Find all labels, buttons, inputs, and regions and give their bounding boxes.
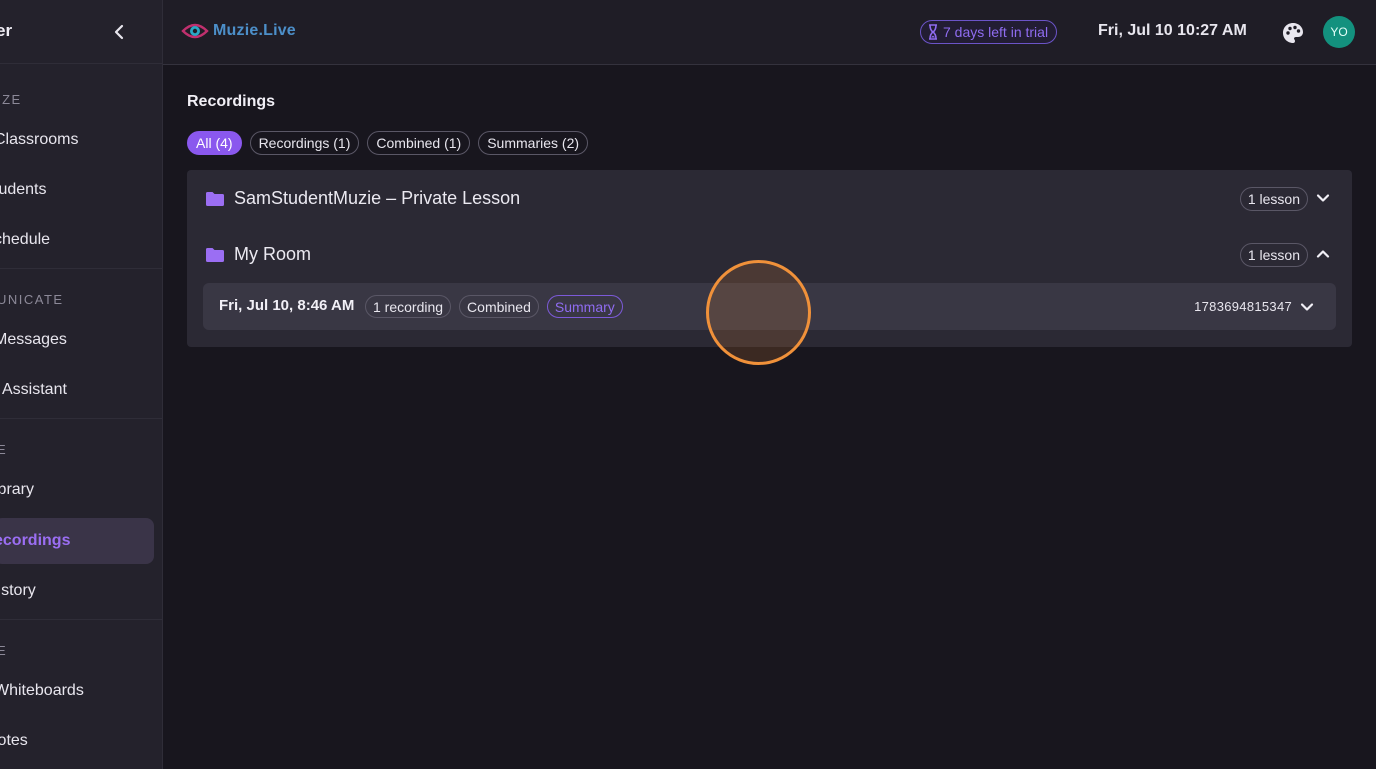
folder-icon [206,192,224,206]
divider [0,418,162,419]
palette-icon [1283,23,1303,43]
user-avatar[interactable]: YO [1323,16,1355,48]
page-title: Recordings [187,93,276,110]
filter-chip-recordings[interactable]: Recordings (1) [249,131,360,155]
lesson-count-badge: 1 lesson [1239,243,1308,267]
collapse-sidebar-button[interactable] [106,18,132,46]
app-root: er IZE Classrooms tudents chedule UNICAT… [0,0,1376,769]
current-datetime: Fri, Jul 10 10:27 AM [1098,22,1247,39]
nav-item-label: lotes [0,732,28,749]
lesson-count-badge: 1 lesson [1239,187,1308,211]
recording-row[interactable]: Fri, Jul 10, 8:46 AM 1 recording Combine… [203,283,1336,330]
sidebar-header: er [0,0,162,64]
section-label-communicate: UNICATE [0,292,64,307]
nav-item-label: ecordings [0,532,71,549]
section-label-organize: IZE [0,92,22,107]
folder-icon [206,248,224,262]
divider [0,268,162,269]
group-row[interactable]: SamStudentMuzie – Private Lesson 1 lesso… [187,170,1352,226]
nav-item-label: Classrooms [0,131,79,148]
trial-text: 7 days left in trial [943,24,1049,40]
chevron-left-icon [114,24,124,40]
nav-item-label: Messages [0,331,67,348]
recording-tags: 1 recording Combined Summary [365,295,623,318]
nav-item-recordings[interactable]: ecordings [0,518,154,564]
divider [0,619,162,620]
nav-item-classrooms[interactable]: Classrooms [0,117,154,163]
filter-chip-summaries[interactable]: Summaries (2) [478,131,589,155]
nav-item-label: tudents [0,181,47,198]
sidebar-title: er [0,21,13,40]
summary-tag: Summary [546,295,623,318]
sidebar: er IZE Classrooms tudents chedule UNICAT… [0,0,163,769]
chevron-down-icon[interactable] [1300,300,1314,314]
recordings-panel: SamStudentMuzie – Private Lesson 1 lesso… [187,170,1352,347]
theme-palette-button[interactable] [1281,21,1305,45]
nav-item-whiteboards[interactable]: Whiteboards [0,668,154,714]
chevron-down-icon[interactable] [1316,191,1330,205]
chevron-up-icon[interactable] [1316,247,1330,261]
nav-item-label: chedule [0,231,51,248]
trial-badge[interactable]: 7 days left in trial [920,20,1058,44]
nav-item-library[interactable]: ibrary [0,467,154,513]
filter-chip-all[interactable]: All (4) [187,131,242,155]
logo[interactable]: Muzie.Live [181,20,296,42]
logo-text: Muzie.Live [213,22,296,39]
nav-item-ai-assistant[interactable]: I Assistant [0,367,154,413]
nav-item-label: ibrary [0,481,35,498]
nav-item-students[interactable]: tudents [0,167,154,213]
nav-item-notes[interactable]: lotes [0,718,154,764]
recording-count-tag: 1 recording [365,295,452,318]
nav-item-label: Whiteboards [0,682,84,699]
section-label-create: E [0,643,7,658]
combined-tag: Combined [459,295,539,318]
eye-logo-icon [181,23,209,39]
filter-chips: All (4) Recordings (1) Combined (1) Summ… [187,131,589,155]
group-name: SamStudentMuzie – Private Lesson [234,188,521,208]
recording-id: 1783694815347 [1194,299,1292,314]
nav-item-schedule[interactable]: chedule [0,217,154,263]
nav-item-label: I Assistant [0,381,67,398]
recording-date: Fri, Jul 10, 8:46 AM [219,297,355,314]
nav-item-label: listory [0,582,36,599]
nav-item-history[interactable]: listory [0,568,154,614]
group-row[interactable]: My Room 1 lesson [187,226,1352,282]
topbar: Muzie.Live 7 days left in trial Fri, Jul… [163,0,1376,65]
nav-item-messages[interactable]: Messages [0,317,154,363]
section-label-resources: E [0,442,7,457]
group-name: My Room [234,244,312,264]
hourglass-icon [929,24,937,40]
filter-chip-combined[interactable]: Combined (1) [367,131,471,155]
